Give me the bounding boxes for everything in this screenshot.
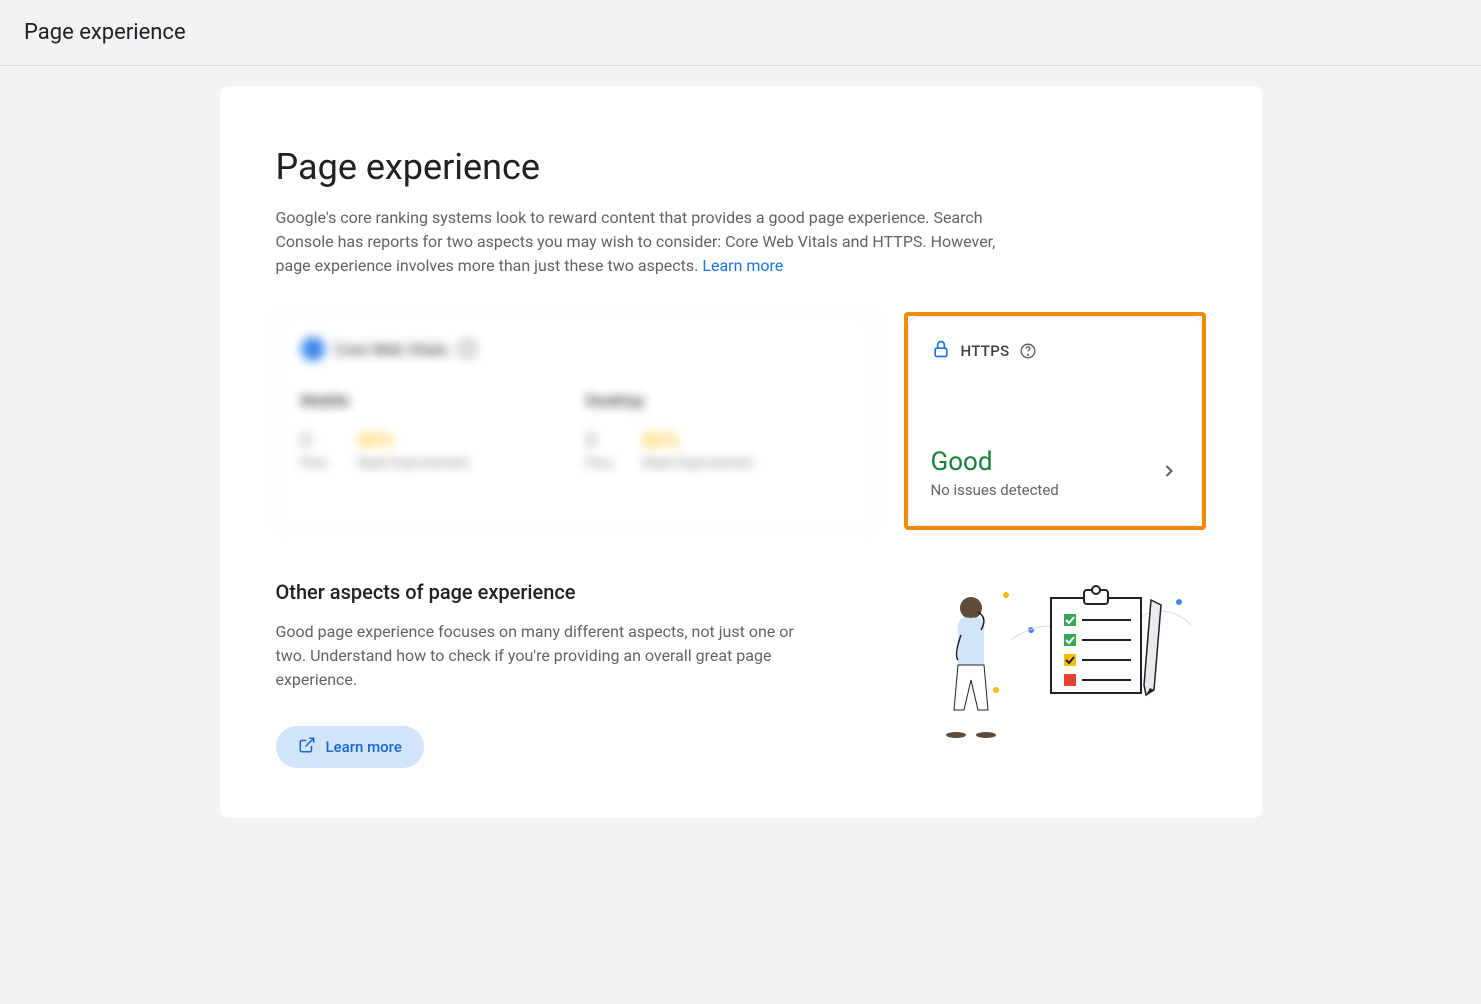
cwv-desktop-values: 0 Poor 80% Need Improvement	[586, 428, 851, 471]
cwv-title: Core Web Vitals	[335, 340, 449, 359]
header-bar: Page experience	[0, 0, 1481, 66]
https-card[interactable]: HTTPS Good No issues detected	[908, 316, 1202, 526]
https-status: Good No issues detected	[931, 447, 1059, 499]
other-text: Other aspects of page experience Good pa…	[276, 580, 896, 768]
cwv-icon	[301, 337, 325, 361]
header-title: Page experience	[24, 20, 1457, 45]
other-aspects-section: Other aspects of page experience Good pa…	[276, 580, 1206, 768]
cwv-desktop-label: Desktop	[586, 391, 851, 410]
https-status-sub: No issues detected	[931, 481, 1059, 499]
cwv-columns: Mobile 0 Poor 80% Need Improvement Deskt…	[301, 391, 851, 471]
https-title: HTTPS	[961, 342, 1010, 360]
https-status-value: Good	[931, 447, 1059, 477]
lock-icon	[931, 339, 951, 363]
help-icon[interactable]: ?	[458, 340, 476, 358]
main-card: Page experience Google's core ranking sy…	[220, 86, 1262, 818]
cwv-mobile-poor-label: Poor	[301, 456, 328, 471]
cwv-desktop-ni-label: Need Improvement	[643, 456, 753, 471]
cwv-desktop-ni-value: 80%	[643, 428, 753, 452]
learn-more-link[interactable]: Learn more	[702, 256, 783, 275]
https-highlight-frame: HTTPS Good No issues detected	[904, 312, 1206, 530]
https-body: Good No issues detected	[931, 447, 1179, 499]
cwv-mobile-label: Mobile	[301, 391, 566, 410]
chevron-right-icon	[1159, 461, 1179, 485]
other-description: Good page experience focuses on many dif…	[276, 620, 816, 692]
cards-row: Core Web Vitals ? Mobile 0 Poor 80% Need…	[276, 312, 1206, 530]
cwv-mobile-poor-value: 0	[301, 428, 328, 452]
cwv-mobile-ni-value: 80%	[358, 428, 468, 452]
learn-more-button-label: Learn more	[326, 738, 402, 756]
cwv-mobile-values: 0 Poor 80% Need Improvement	[301, 428, 566, 471]
page-title: Page experience	[276, 146, 1206, 188]
cwv-mobile-ni-label: Need Improvement	[358, 456, 468, 471]
cwv-desktop-poor-label: Poor	[586, 456, 613, 471]
help-icon[interactable]	[1019, 342, 1037, 360]
cwv-header: Core Web Vitals ?	[301, 337, 851, 361]
https-header: HTTPS	[931, 339, 1179, 363]
cwv-mobile-col: Mobile 0 Poor 80% Need Improvement	[301, 391, 566, 471]
checklist-illustration	[936, 580, 1206, 740]
external-link-icon	[298, 736, 316, 758]
core-web-vitals-card[interactable]: Core Web Vitals ? Mobile 0 Poor 80% Need…	[276, 312, 876, 530]
cwv-desktop-col: Desktop 0 Poor 80% Need Improvement	[586, 391, 851, 471]
other-title: Other aspects of page experience	[276, 580, 896, 604]
learn-more-button[interactable]: Learn more	[276, 726, 424, 768]
cwv-desktop-poor-value: 0	[586, 428, 613, 452]
page-description-text: Google's core ranking systems look to re…	[276, 208, 996, 275]
page-description: Google's core ranking systems look to re…	[276, 206, 996, 278]
